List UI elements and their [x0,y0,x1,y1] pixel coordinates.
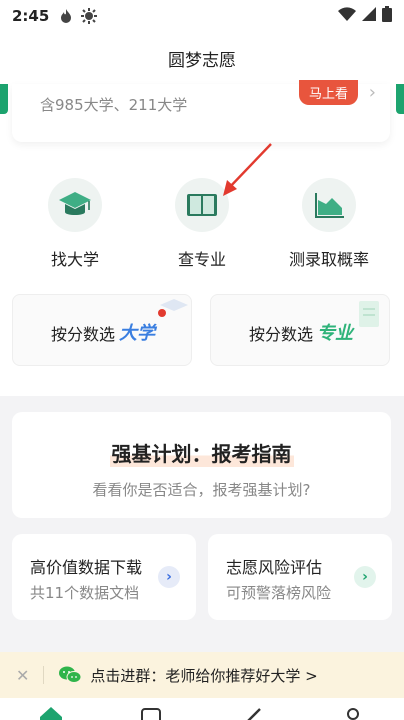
card-subtitle: 含985大学、211大学 [40,96,188,114]
data-download-subtitle: 共11个数据文档 [30,584,140,602]
status-time: 2:45 [12,7,50,25]
battery-icon [382,6,392,26]
admission-probability-link[interactable]: 测录取概率 [284,178,374,270]
qiangji-title: 强基计划：报考指南 [109,438,294,467]
pointer-arrow-icon [223,143,272,196]
risk-assessment-subtitle: 可预警落榜风险 [226,584,332,602]
graduation-cap-icon [160,299,188,311]
pencil-tab-icon[interactable] [246,706,264,720]
green-accent-left [0,84,8,114]
green-accent-right [396,84,404,114]
join-group-banner[interactable]: ✕ 点击进群：老师给你推荐好大学 > [0,652,404,698]
page-title: 圆梦志愿 [168,50,236,71]
divider [43,666,45,684]
score-select-major-button[interactable]: 按分数选 专业 [210,294,390,366]
risk-assessment-title: 志愿风险评估 [226,558,323,577]
score-select-university-button[interactable]: 按分数选 大学 [12,294,192,366]
risk-assessment-card[interactable]: 志愿风险评估 可预警落榜风险 › [208,534,392,620]
document-icon [359,301,379,327]
wifi-icon [338,7,356,25]
qiangji-guide-card[interactable]: 强基计划：报考指南 看看你是否适合，报考强基计划? [12,412,391,518]
search-major-label: 查专业 [177,250,226,269]
flame-icon [59,8,73,24]
profile-tab-icon[interactable] [344,706,362,720]
status-bar: 2:45 [0,0,404,32]
signal-icon [362,7,376,25]
score-select-label: 按分数选 [51,325,116,344]
banner-text: 点击进群：老师给你推荐好大学 > [90,666,318,685]
data-download-title: 高价值数据下载 [30,558,143,577]
home-tab-icon[interactable] [40,706,62,720]
major-tag: 专业 [317,323,353,344]
find-university-link[interactable]: 找大学 [30,178,120,270]
graduation-cap-icon [48,178,102,232]
wechat-icon [58,665,82,685]
top-recommend-card[interactable]: 马上看 › 含985大学、211大学 [0,80,404,142]
score-select-label: 按分数选 [249,325,314,344]
view-now-badge[interactable]: 马上看 [298,80,358,105]
university-tag: 大学 [119,323,155,344]
chevron-right-icon[interactable]: › [354,566,376,588]
qiangji-subtitle: 看看你是否适合，报考强基计划? [92,481,311,499]
find-university-label: 找大学 [50,250,99,269]
close-icon[interactable]: ✕ [16,666,29,685]
calendar-tab-icon[interactable] [140,706,162,720]
admission-probability-label: 测录取概率 [288,250,369,269]
chevron-right-icon[interactable]: › [158,566,180,588]
chevron-right-icon[interactable]: › [369,82,376,103]
bottom-tab-bar [0,698,404,720]
area-chart-icon [302,178,356,232]
app-header: 圆梦志愿 [0,32,404,84]
settings-icon [81,8,98,24]
data-download-card[interactable]: 高价值数据下载 共11个数据文档 › [12,534,196,620]
